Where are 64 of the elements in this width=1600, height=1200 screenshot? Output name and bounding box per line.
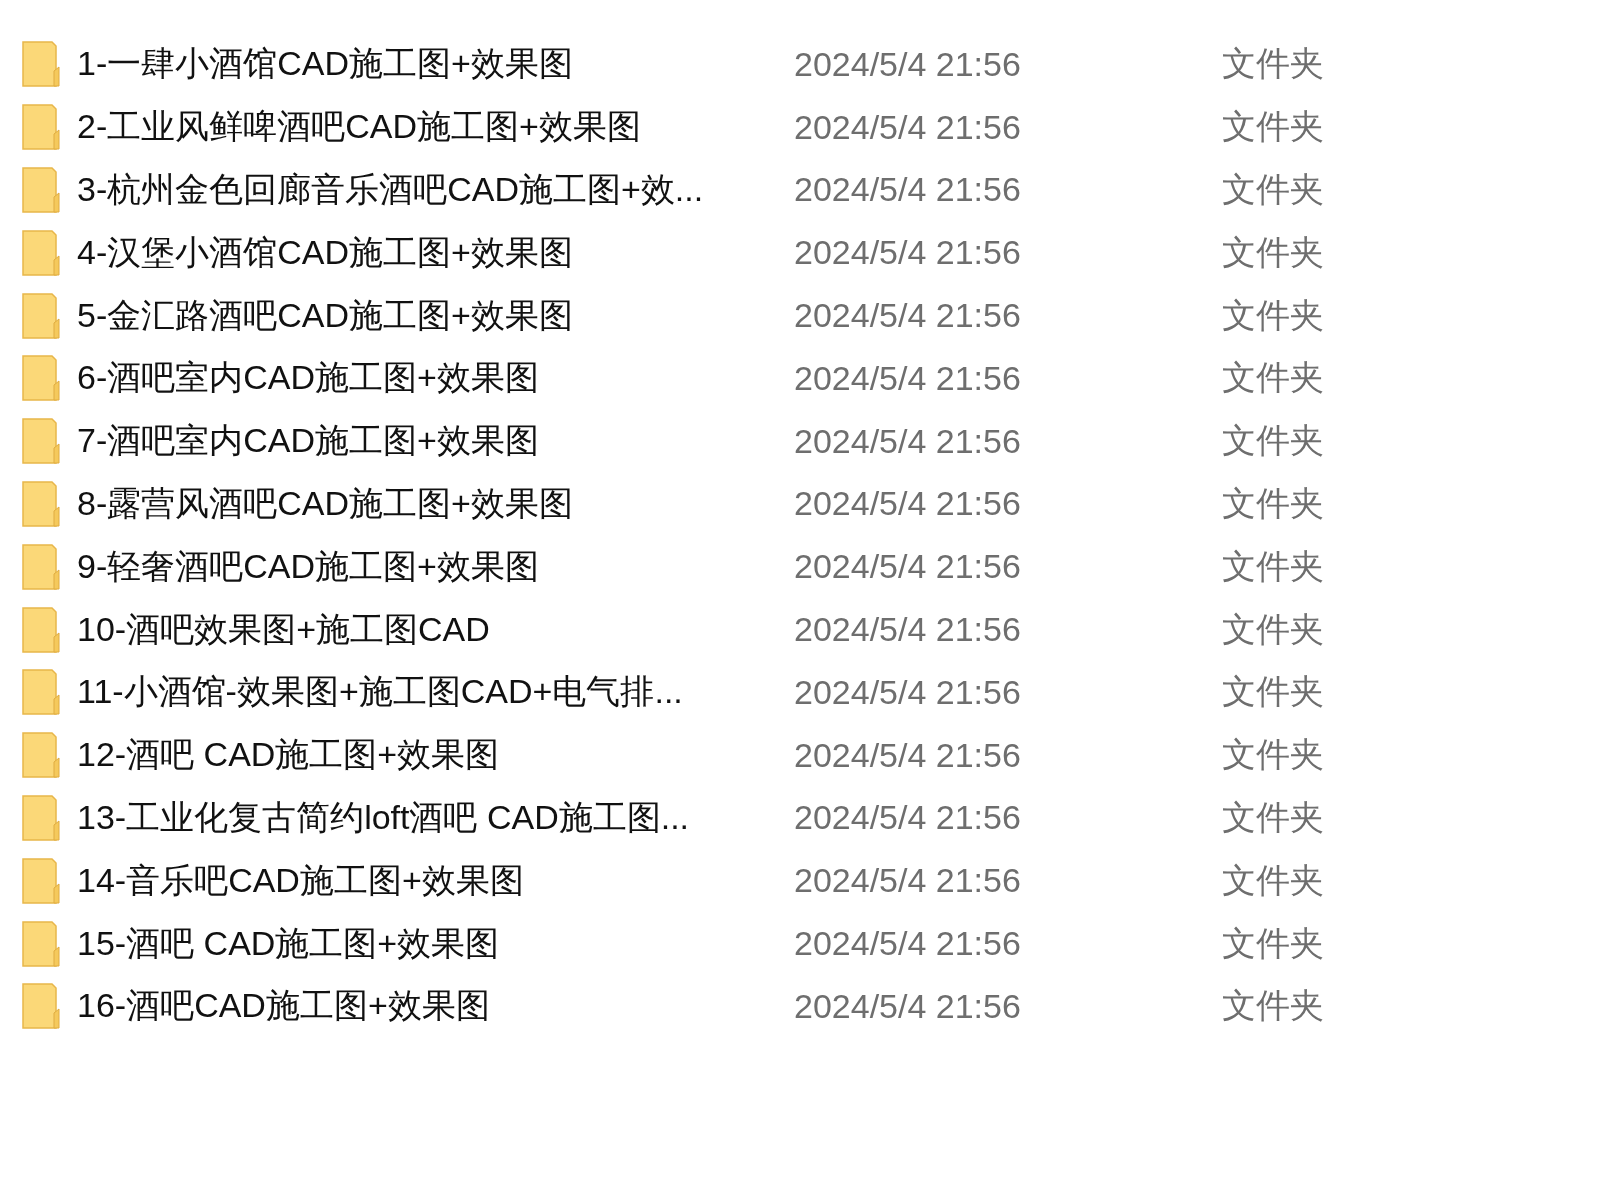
file-type: 文件夹 bbox=[1222, 357, 1324, 399]
file-type: 文件夹 bbox=[1222, 734, 1324, 776]
file-name[interactable]: 10-酒吧效果图+施工图CAD bbox=[77, 606, 794, 653]
folder-icon bbox=[22, 794, 60, 841]
folder-icon bbox=[22, 229, 60, 276]
modified-date: 2024/5/4 21:56 bbox=[794, 170, 1022, 210]
file-name[interactable]: 12-酒吧 CAD施工图+效果图 bbox=[77, 732, 794, 779]
folder-icon bbox=[22, 857, 60, 904]
file-name[interactable]: 8-露营风酒吧CAD施工图+效果图 bbox=[77, 480, 794, 527]
folder-icon bbox=[22, 355, 60, 402]
modified-date: 2024/5/4 21:56 bbox=[794, 798, 1022, 838]
file-name[interactable]: 16-酒吧CAD施工图+效果图 bbox=[77, 983, 794, 1030]
modified-date: 2024/5/4 21:56 bbox=[794, 107, 1022, 147]
file-name[interactable]: 15-酒吧 CAD施工图+效果图 bbox=[77, 920, 794, 967]
file-name[interactable]: 9-轻奢酒吧CAD施工图+效果图 bbox=[77, 543, 794, 590]
modified-date: 2024/5/4 21:56 bbox=[794, 924, 1022, 964]
file-type: 文件夹 bbox=[1222, 985, 1324, 1027]
folder-icon bbox=[22, 983, 60, 1030]
file-name[interactable]: 6-酒吧室内CAD施工图+效果图 bbox=[77, 355, 794, 402]
file-type: 文件夹 bbox=[1222, 922, 1324, 964]
file-name[interactable]: 3-杭州金色回廊音乐酒吧CAD施工图+效... bbox=[77, 167, 794, 213]
modified-date: 2024/5/4 21:56 bbox=[794, 610, 1022, 650]
folder-icon bbox=[22, 167, 60, 213]
file-type: 文件夹 bbox=[1222, 482, 1324, 524]
folder-icon bbox=[22, 41, 60, 88]
modified-date: 2024/5/4 21:56 bbox=[794, 233, 1022, 273]
file-type: 文件夹 bbox=[1222, 169, 1324, 210]
modified-date: 2024/5/4 21:56 bbox=[794, 735, 1022, 775]
file-type: 文件夹 bbox=[1222, 294, 1324, 336]
file-name[interactable]: 14-音乐吧CAD施工图+效果图 bbox=[77, 857, 794, 904]
folder-icon bbox=[22, 104, 60, 151]
file-name[interactable]: 11-小酒馆-效果图+施工图CAD+电气排... bbox=[77, 669, 794, 716]
folder-icon bbox=[22, 418, 60, 465]
folder-icon bbox=[22, 732, 60, 779]
file-name[interactable]: 2-工业风鲜啤酒吧CAD施工图+效果图 bbox=[77, 104, 794, 151]
file-type: 文件夹 bbox=[1222, 420, 1324, 462]
modified-date: 2024/5/4 21:56 bbox=[794, 986, 1022, 1026]
modified-date: 2024/5/4 21:56 bbox=[794, 484, 1022, 524]
folder-icon bbox=[22, 543, 60, 590]
file-name[interactable]: 7-酒吧室内CAD施工图+效果图 bbox=[77, 418, 794, 465]
modified-date: 2024/5/4 21:56 bbox=[794, 296, 1022, 336]
file-type: 文件夹 bbox=[1222, 859, 1324, 901]
modified-date: 2024/5/4 21:56 bbox=[794, 547, 1022, 587]
modified-date: 2024/5/4 21:56 bbox=[794, 861, 1022, 901]
folder-icon bbox=[22, 606, 60, 653]
file-type: 文件夹 bbox=[1222, 796, 1324, 838]
file-type: 文件夹 bbox=[1222, 106, 1324, 148]
file-name[interactable]: 4-汉堡小酒馆CAD施工图+效果图 bbox=[77, 229, 794, 276]
modified-date: 2024/5/4 21:56 bbox=[794, 421, 1022, 461]
modified-date: 2024/5/4 21:56 bbox=[794, 358, 1022, 398]
modified-date: 2024/5/4 21:56 bbox=[794, 44, 1022, 84]
file-name[interactable]: 13-工业化复古简约loft酒吧 CAD施工图... bbox=[77, 794, 794, 841]
file-name[interactable]: 1-一肆小酒馆CAD施工图+效果图 bbox=[77, 41, 794, 88]
file-type: 文件夹 bbox=[1222, 43, 1324, 85]
file-type: 文件夹 bbox=[1222, 231, 1324, 273]
folder-icon bbox=[22, 920, 60, 967]
folder-icon bbox=[22, 480, 60, 527]
file-type: 文件夹 bbox=[1222, 545, 1324, 587]
modified-date: 2024/5/4 21:56 bbox=[794, 672, 1022, 712]
file-type: 文件夹 bbox=[1222, 671, 1324, 713]
file-type: 文件夹 bbox=[1222, 608, 1324, 650]
folder-icon bbox=[22, 669, 60, 716]
folder-icon bbox=[22, 292, 60, 339]
file-name[interactable]: 5-金汇路酒吧CAD施工图+效果图 bbox=[77, 292, 794, 339]
